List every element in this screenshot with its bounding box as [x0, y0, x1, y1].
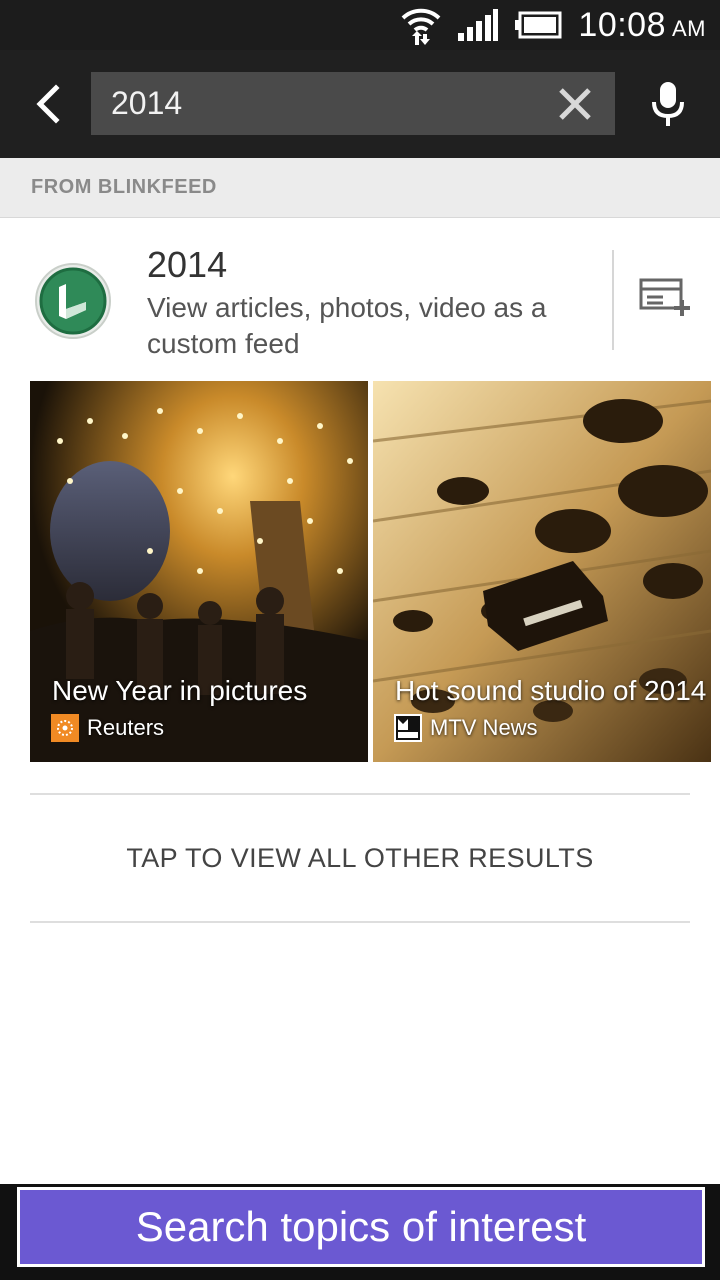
mtv-news-logo-icon — [394, 714, 422, 742]
status-icons: 10:08 AM — [400, 0, 706, 50]
section-header: FROM BLINKFEED — [0, 158, 720, 218]
reuters-logo-icon — [51, 714, 79, 742]
section-label: FROM BLINKFEED — [31, 176, 217, 198]
search-topics-button[interactable]: Search topics of interest — [17, 1187, 705, 1267]
add-feed-icon — [639, 278, 690, 316]
clock: 10:08 AM — [578, 6, 706, 45]
card-source-label: Reuters — [87, 715, 165, 740]
divider — [30, 921, 690, 923]
feed-title: 2014 — [147, 244, 228, 285]
signal-icon — [458, 9, 499, 41]
article-card-new-year[interactable]: New Year in pictures Reuters — [30, 381, 368, 762]
microphone-icon — [652, 82, 684, 126]
clear-icon — [559, 88, 591, 120]
card-source: MTV News — [394, 714, 538, 742]
feed-description: View articles, photos, video as a custom… — [147, 292, 547, 359]
divider — [30, 793, 690, 795]
back-arrow-icon — [36, 84, 60, 124]
custom-feed-row[interactable]: 2014 View articles, photos, video as a c… — [0, 218, 720, 378]
card-title: Hot sound studio of 2014 — [395, 675, 707, 706]
card-title: New Year in pictures — [52, 675, 308, 706]
clock-ampm: AM — [672, 15, 706, 41]
clock-time: 10:08 — [578, 5, 666, 44]
view-all-results-button[interactable]: TAP TO VIEW ALL OTHER RESULTS — [30, 797, 690, 919]
clear-button[interactable] — [555, 84, 595, 124]
blinkfeed-logo-icon — [34, 262, 112, 340]
card-source: Reuters — [51, 714, 164, 742]
card-source-label: MTV News — [430, 715, 538, 740]
wifi-icon — [400, 4, 442, 46]
voice-search-button[interactable] — [640, 74, 696, 134]
add-custom-feed-button[interactable] — [636, 276, 696, 320]
feed-divider — [612, 250, 614, 350]
search-input[interactable] — [111, 72, 531, 135]
status-bar: 10:08 AM — [0, 0, 720, 50]
search-box[interactable] — [91, 72, 615, 135]
article-card-sound-studio[interactable]: Hot sound studio of 2014 MTV News — [373, 381, 711, 762]
battery-icon — [514, 11, 562, 39]
back-button[interactable] — [20, 74, 74, 134]
search-header — [0, 50, 720, 158]
